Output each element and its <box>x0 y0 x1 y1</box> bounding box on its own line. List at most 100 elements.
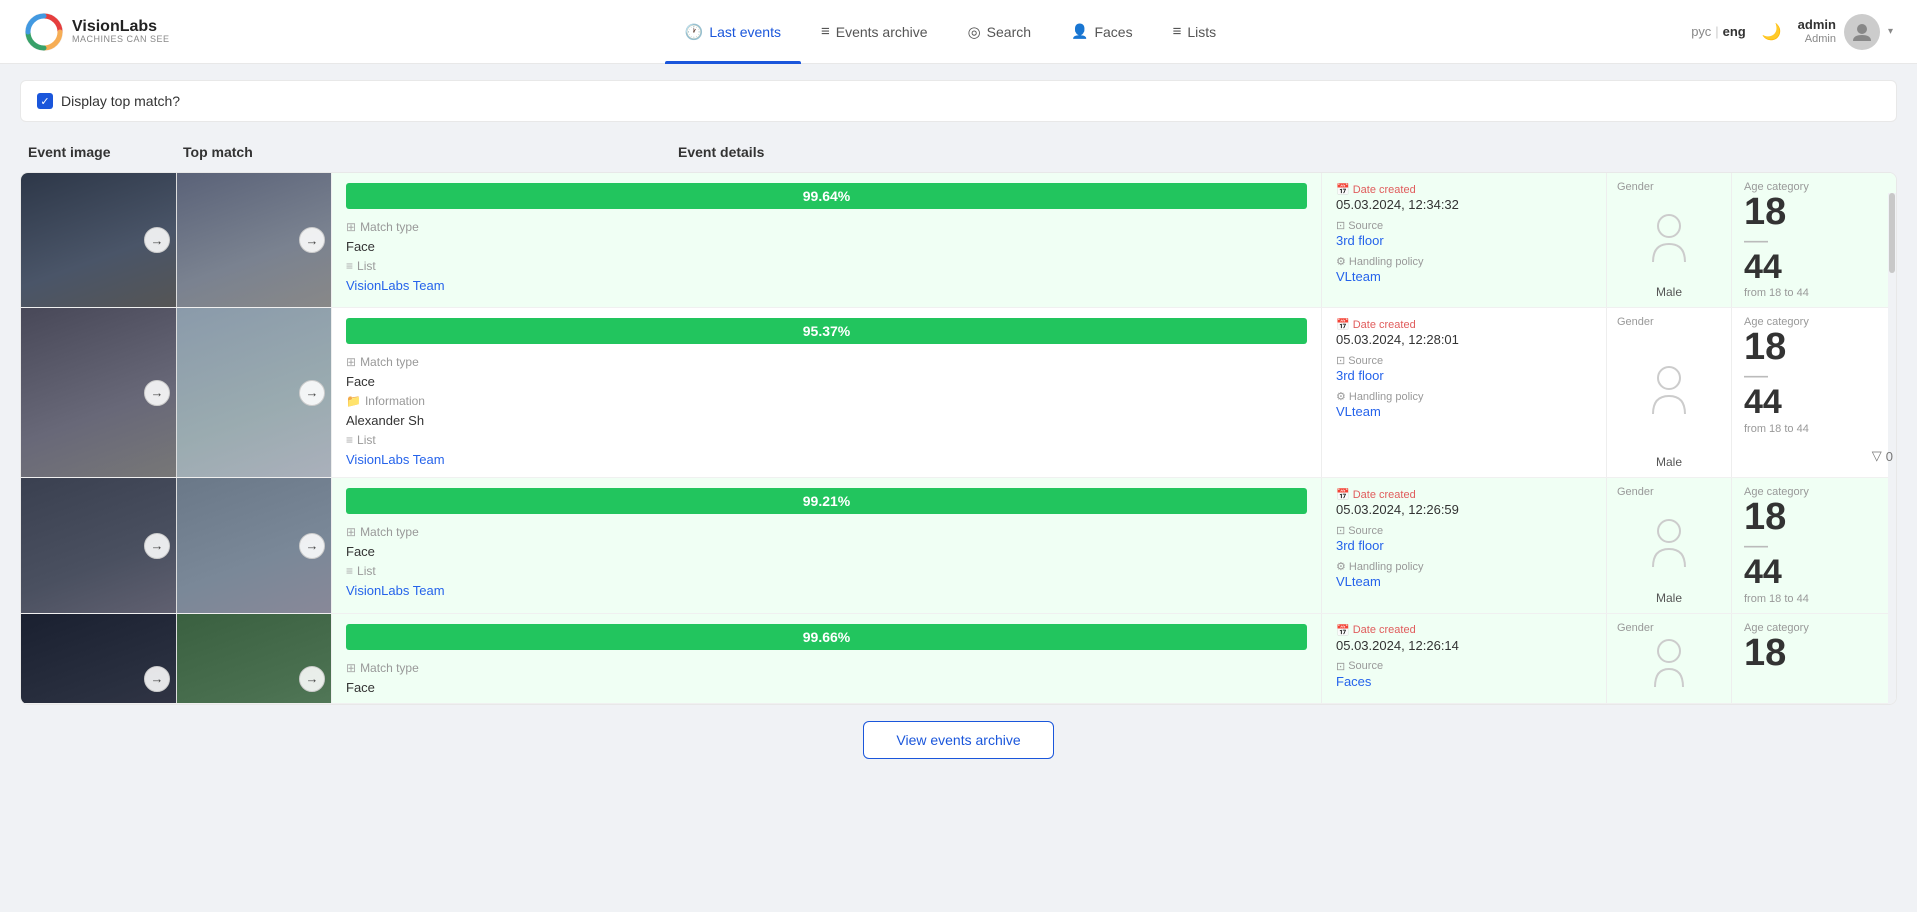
person-male-icon-3 <box>1647 517 1691 572</box>
age-num2-3: 44 <box>1744 555 1884 591</box>
event-image-nav-btn-1[interactable]: → <box>144 227 170 253</box>
list-label-3: List <box>357 564 376 578</box>
filter-button[interactable]: ▽ 0 <box>1872 448 1893 464</box>
top-match-nav-btn-3[interactable]: → <box>299 533 325 559</box>
source-icon: ⊡ <box>1336 219 1345 232</box>
source-value-3[interactable]: 3rd floor <box>1336 538 1592 553</box>
event-image-3[interactable]: → <box>21 478 176 612</box>
policy-value-1[interactable]: VLteam <box>1336 269 1592 284</box>
age-range-3: from 18 to 44 <box>1744 593 1884 605</box>
scrollbar[interactable] <box>1888 173 1896 704</box>
logo-icon <box>24 12 64 52</box>
top-match-image-4[interactable]: → <box>176 614 331 704</box>
nav-faces[interactable]: 👤 Faces <box>1051 0 1153 64</box>
event-image-4[interactable]: → <box>21 614 176 704</box>
lang-en[interactable]: eng <box>1723 24 1746 39</box>
table-row: → → 95.37% ⊞ Match type Face 📁 Informati… <box>21 308 1896 478</box>
source-value-1[interactable]: 3rd floor <box>1336 233 1592 248</box>
policy-label-1: ⚙ Handling policy <box>1336 255 1592 268</box>
gender-cell-3: Gender Male <box>1606 478 1731 612</box>
face-icon: 👤 <box>1071 23 1088 40</box>
info-icon-2: 📁 <box>346 394 361 408</box>
brand-name: VisionLabs <box>72 18 170 36</box>
nav-lists[interactable]: ≡ Lists <box>1153 0 1237 64</box>
date-value-3: 05.03.2024, 12:26:59 <box>1336 502 1592 517</box>
event-image-nav-btn-4[interactable]: → <box>144 666 170 692</box>
archive-icon: ≡ <box>821 23 830 40</box>
age-num2-1: 44 <box>1744 250 1884 286</box>
list-value-2[interactable]: VisionLabs Team <box>346 452 445 467</box>
top-match-nav-btn-2[interactable]: → <box>299 380 325 406</box>
col-spacer <box>338 144 678 160</box>
lang-ru[interactable]: рус <box>1691 24 1711 39</box>
filter-icon: ▽ <box>1872 448 1882 464</box>
events-list: → → 99.64% ⊞ Match type Face ≡ List <box>20 172 1897 705</box>
match-type-label-1: Match type <box>360 220 419 234</box>
list-icon-3: ≡ <box>346 564 353 578</box>
event-image-2[interactable]: → <box>21 308 176 477</box>
event-image-nav-btn-3[interactable]: → <box>144 533 170 559</box>
top-match-image-2[interactable]: → <box>176 308 331 477</box>
display-top-match-checkbox[interactable]: ✓ <box>37 93 53 109</box>
gender-cell-1: Gender Male <box>1606 173 1731 307</box>
calendar-icon-3: 📅 <box>1336 488 1350 501</box>
table-header: Event image Top match Event details <box>20 138 1897 166</box>
event-image-nav-btn-2[interactable]: → <box>144 380 170 406</box>
list-icon-1: ≡ <box>346 259 353 273</box>
date-label-1: 📅 Date created <box>1336 183 1592 196</box>
match-percent-1: 99.64% <box>346 183 1307 209</box>
table-row: → → 99.66% ⊞ Match type Face 📅 <box>21 614 1896 704</box>
main-content: ✓ Display top match? Event image Top mat… <box>0 64 1917 912</box>
user-menu[interactable]: admin Admin ▾ <box>1798 14 1893 50</box>
gender-value-1: Male <box>1656 285 1682 299</box>
match-type-icon: ⊞ <box>346 220 356 234</box>
clock-icon: 🕐 <box>685 23 704 41</box>
match-details-3: 99.21% ⊞ Match type Face ≡ List VisionLa… <box>331 478 1321 612</box>
brand-tagline: MACHINES CAN SEE <box>72 35 170 45</box>
dark-mode-toggle[interactable]: 🌙 <box>1762 22 1782 42</box>
nav-search[interactable]: ◎ Search <box>948 0 1051 64</box>
source-value-4[interactable]: Faces <box>1336 674 1592 689</box>
event-image-1[interactable]: → <box>21 173 176 307</box>
gender-label-2: Gender <box>1617 316 1654 328</box>
logo[interactable]: VisionLabs MACHINES CAN SEE <box>24 12 170 52</box>
source-value-2[interactable]: 3rd floor <box>1336 368 1592 383</box>
gender-cell-4: Gender <box>1606 614 1731 703</box>
nav-last-events[interactable]: 🕐 Last events <box>665 0 801 64</box>
match-details-1: 99.64% ⊞ Match type Face ≡ List VisionLa… <box>331 173 1321 307</box>
source-icon-2: ⊡ <box>1336 354 1345 367</box>
role-label: Admin <box>1798 33 1836 46</box>
top-match-image-1[interactable]: → <box>176 173 331 307</box>
list-value-1[interactable]: VisionLabs Team <box>346 278 445 293</box>
match-percent-2: 95.37% <box>346 318 1307 344</box>
nav-events-archive[interactable]: ≡ Events archive <box>801 0 948 64</box>
age-cell-3: Age category 18 — 44 from 18 to 44 <box>1731 478 1896 612</box>
age-cell-4: Age category 18 <box>1731 614 1896 703</box>
username-label: admin <box>1798 17 1836 33</box>
calendar-icon: 📅 <box>1336 183 1350 196</box>
top-match-nav-btn-1[interactable]: → <box>299 227 325 253</box>
date-label-2: 📅 Date created <box>1336 318 1592 331</box>
list-value-3[interactable]: VisionLabs Team <box>346 583 445 598</box>
view-archive-section: View events archive <box>20 705 1897 775</box>
calendar-icon-4: 📅 <box>1336 624 1350 637</box>
display-top-match-label: Display top match? <box>61 93 180 109</box>
list-icon: ≡ <box>1173 23 1182 40</box>
top-match-toggle-row: ✓ Display top match? <box>20 80 1897 122</box>
header-right: рус | eng 🌙 admin Admin ▾ <box>1691 14 1893 50</box>
top-match-image-3[interactable]: → <box>176 478 331 612</box>
source-icon-3: ⊡ <box>1336 524 1345 537</box>
policy-value-2[interactable]: VLteam <box>1336 404 1592 419</box>
col-gender <box>963 144 1088 160</box>
event-info-3: 📅 Date created 05.03.2024, 12:26:59 ⊡ So… <box>1321 478 1606 612</box>
policy-value-3[interactable]: VLteam <box>1336 574 1592 589</box>
table-row: → → 99.21% ⊞ Match type Face ≡ List <box>21 478 1896 613</box>
age-cell-1: Age category 18 — 44 from 18 to 44 <box>1731 173 1896 307</box>
gender-value-2: Male <box>1656 455 1682 469</box>
date-value-2: 05.03.2024, 12:28:01 <box>1336 332 1592 347</box>
match-type-value-2: Face <box>346 374 375 389</box>
match-type-label-2: Match type <box>360 355 419 369</box>
top-match-nav-btn-4[interactable]: → <box>299 666 325 692</box>
avatar <box>1844 14 1880 50</box>
view-events-archive-button[interactable]: View events archive <box>863 721 1053 759</box>
